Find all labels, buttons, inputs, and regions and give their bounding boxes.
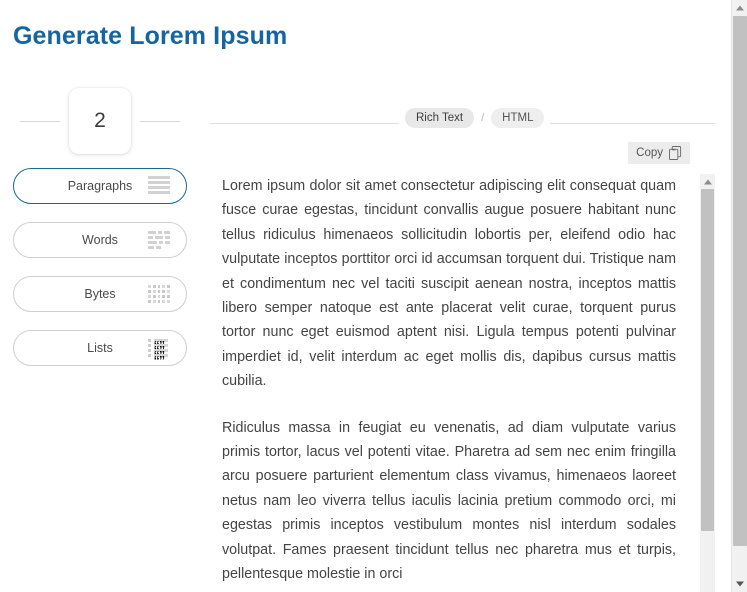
format-tabs: Rich Text / HTML [210,108,715,142]
page-scrollbar-thumb[interactable] [733,16,747,546]
generated-paragraph: Lorem ipsum dolor sit amet consectetur a… [222,178,676,390]
lists-icon [148,338,170,358]
tab-rich-text[interactable]: Rich Text [405,108,475,128]
text-scrollbar-thumb[interactable] [701,189,714,531]
words-icon [148,230,170,250]
unit-option-bytes[interactable]: Bytes [13,276,187,312]
generated-paragraph: Ridiculus massa in feugiat eu venenatis,… [222,419,676,583]
copy-row: Copy [210,142,715,168]
copy-button[interactable]: Copy [628,142,690,164]
scroll-up-icon[interactable] [700,174,715,189]
decrement-button[interactable] [20,120,60,122]
unit-option-label: Words [82,233,118,247]
page-scrollbar[interactable] [731,0,747,592]
increment-button[interactable] [140,120,180,122]
unit-option-lists[interactable]: Lists [13,330,187,366]
page-scroll-up-icon[interactable] [732,0,747,16]
page-title: Generate Lorem Ipsum [13,22,288,50]
generated-text-body[interactable]: Lorem ipsum dolor sit amet consectetur a… [210,174,684,587]
unit-option-label: Lists [87,341,113,355]
output-panel: Rich Text / HTML Copy Lorem ipsum dolor … [210,108,715,592]
bytes-icon [148,284,170,304]
copy-button-label: Copy [636,147,663,159]
text-scrollbar[interactable] [700,174,715,592]
unit-option-label: Paragraphs [67,179,133,193]
unit-option-paragraphs[interactable]: Paragraphs [13,168,187,204]
unit-option-list: Paragraphs Words Bytes Lists [0,168,200,366]
unit-option-words[interactable]: Words [13,222,187,258]
tabs-group: Rich Text / HTML [399,108,551,128]
generator-controls: 2 Paragraphs Words Bytes Lists [0,88,200,384]
count-value[interactable]: 2 [69,88,131,154]
tabs-separator: / [481,112,485,124]
paragraphs-icon [148,176,170,196]
generated-text-area: Lorem ipsum dolor sit amet consectetur a… [210,174,715,592]
tab-html[interactable]: HTML [491,108,545,128]
copy-icon [669,146,682,160]
page-root: Generate Lorem Ipsum 2 Paragraphs Words [0,0,747,592]
unit-option-label: Bytes [84,287,116,301]
count-stepper: 2 [0,88,200,154]
page-scroll-down-icon[interactable] [732,576,747,592]
